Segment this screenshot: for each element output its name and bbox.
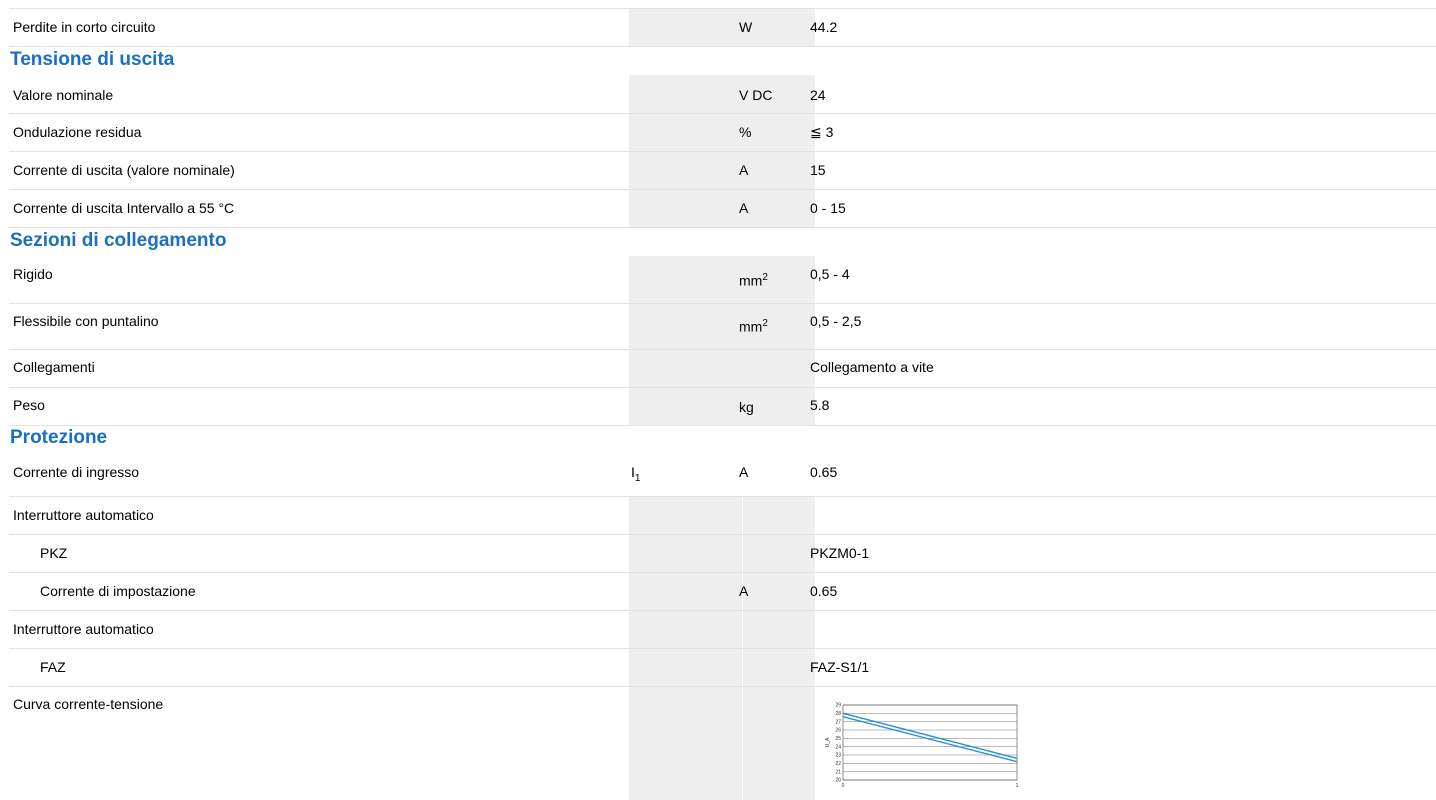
- row-value: 0.65: [810, 464, 838, 480]
- row-value: FAZ-S1/1: [810, 659, 870, 675]
- row-value: 0.65: [810, 583, 838, 599]
- row-label: Ondulazione residua: [13, 124, 142, 140]
- y-tick-label: 25: [835, 736, 841, 742]
- y-tick-label: 27: [835, 719, 841, 725]
- row-connections: Collegamenti Collegamento a vite: [9, 350, 1436, 388]
- section-output-voltage: Tensione di uscita: [9, 49, 1436, 75]
- unit-exponent: 2: [762, 318, 768, 329]
- y-axis-label: U_A: [825, 737, 831, 747]
- row-value: Collegamento a vite: [810, 359, 934, 375]
- row-label: Perdite in corto circuito: [13, 19, 156, 35]
- row-label: Interruttore automatico: [13, 507, 154, 523]
- row-label: Flessibile con puntalino: [13, 313, 159, 329]
- y-tick-label: 21: [835, 769, 841, 775]
- row-circuit-breaker: Interruttore automatico: [9, 611, 1436, 649]
- unit-exponent: 2: [762, 272, 768, 283]
- row-label: Interruttore automatico: [13, 621, 154, 637]
- row-unit: A: [739, 200, 749, 216]
- y-tick-label: 20: [835, 778, 841, 784]
- row-unit: A: [739, 464, 749, 480]
- row-value: 0,5 - 4: [810, 266, 850, 282]
- row-value: 24: [810, 87, 826, 103]
- row-unit: mm2: [739, 272, 768, 289]
- section-protection: Protezione: [9, 427, 1436, 453]
- section-connection-sections: Sezioni di collegamento: [9, 230, 1436, 256]
- row-circuit-breaker: Interruttore automatico: [9, 497, 1436, 535]
- row-label: Corrente di ingresso: [13, 464, 140, 480]
- row-value: 5.8: [810, 397, 830, 413]
- row-unit: %: [739, 124, 752, 140]
- row-unit: V DC: [739, 87, 773, 103]
- row-unit: kg: [739, 399, 754, 415]
- current-voltage-chart: 20 21 22 23 24 25 26 27 28 29 0 1 U_A: [825, 703, 1019, 789]
- section-title: Tensione di uscita: [10, 49, 175, 70]
- row-value: 15: [810, 162, 826, 178]
- y-tick-label: 29: [835, 703, 841, 709]
- x-tick-label: 1: [1016, 783, 1019, 789]
- y-tick-label: 28: [835, 711, 841, 717]
- row-unit: A: [739, 162, 749, 178]
- row-label: Peso: [13, 397, 45, 413]
- y-tick-label: 24: [835, 744, 841, 750]
- section-title: Sezioni di collegamento: [10, 230, 227, 251]
- row-rigid: Rigido mm2 0,5 - 4: [9, 256, 1436, 304]
- row-output-current-nominal: Corrente di uscita (valore nominale) A 1…: [9, 152, 1436, 190]
- x-tick-label: 0: [842, 783, 845, 789]
- row-output-current-range: Corrente di uscita Intervallo a 55 °C A …: [9, 190, 1436, 228]
- row-unit: W: [739, 19, 753, 35]
- row-unit: A: [739, 583, 749, 599]
- row-curve: Curva corrente-tensione: [9, 687, 1436, 800]
- row-value: 44.2: [810, 19, 838, 35]
- section-title: Protezione: [10, 427, 108, 448]
- unit-base: mm: [739, 272, 763, 289]
- row-pkz: PKZ PKZM0-1: [9, 535, 1436, 573]
- row-value: 0 - 15: [810, 200, 846, 216]
- row-short-circuit-loss: Perdite in corto circuito W 44.2: [9, 9, 1436, 47]
- y-tick-label: 26: [835, 728, 841, 734]
- row-flexible-ferrule: Flessibile con puntalino mm2 0,5 - 2,5: [9, 304, 1436, 350]
- row-weight: Peso kg 5.8: [9, 388, 1436, 426]
- y-tick-label: 22: [835, 761, 841, 767]
- unit-base: mm: [739, 318, 763, 335]
- row-label: Curva corrente-tensione: [13, 696, 164, 712]
- row-label: Corrente di impostazione: [40, 583, 196, 599]
- row-value: 0,5 - 2,5: [810, 313, 862, 329]
- row-faz: FAZ FAZ-S1/1: [9, 649, 1436, 687]
- row-label: PKZ: [40, 545, 68, 561]
- row-value: ≦ 3: [810, 124, 834, 140]
- row-unit: mm2: [739, 318, 768, 335]
- row-input-current: Corrente di ingresso I1 A 0.65: [9, 453, 1436, 497]
- row-setting-current: Corrente di impostazione A 0.65: [9, 573, 1436, 611]
- row-label: Valore nominale: [13, 87, 114, 103]
- symbol-subscript: 1: [634, 472, 641, 484]
- row-nominal-value: Valore nominale V DC 24: [9, 75, 1436, 114]
- row-label: Rigido: [13, 266, 53, 282]
- row-symbol: I1: [631, 464, 640, 484]
- y-tick-label: 23: [835, 753, 841, 759]
- row-value: PKZM0-1: [810, 545, 870, 561]
- row-label: Corrente di uscita (valore nominale): [13, 162, 235, 178]
- row-label: Collegamenti: [13, 359, 95, 375]
- row-label: FAZ: [40, 659, 66, 675]
- row-label: Corrente di uscita Intervallo a 55 °C: [13, 200, 235, 216]
- row-residual-ripple: Ondulazione residua % ≦ 3: [9, 114, 1436, 152]
- plot-area: [842, 704, 1018, 781]
